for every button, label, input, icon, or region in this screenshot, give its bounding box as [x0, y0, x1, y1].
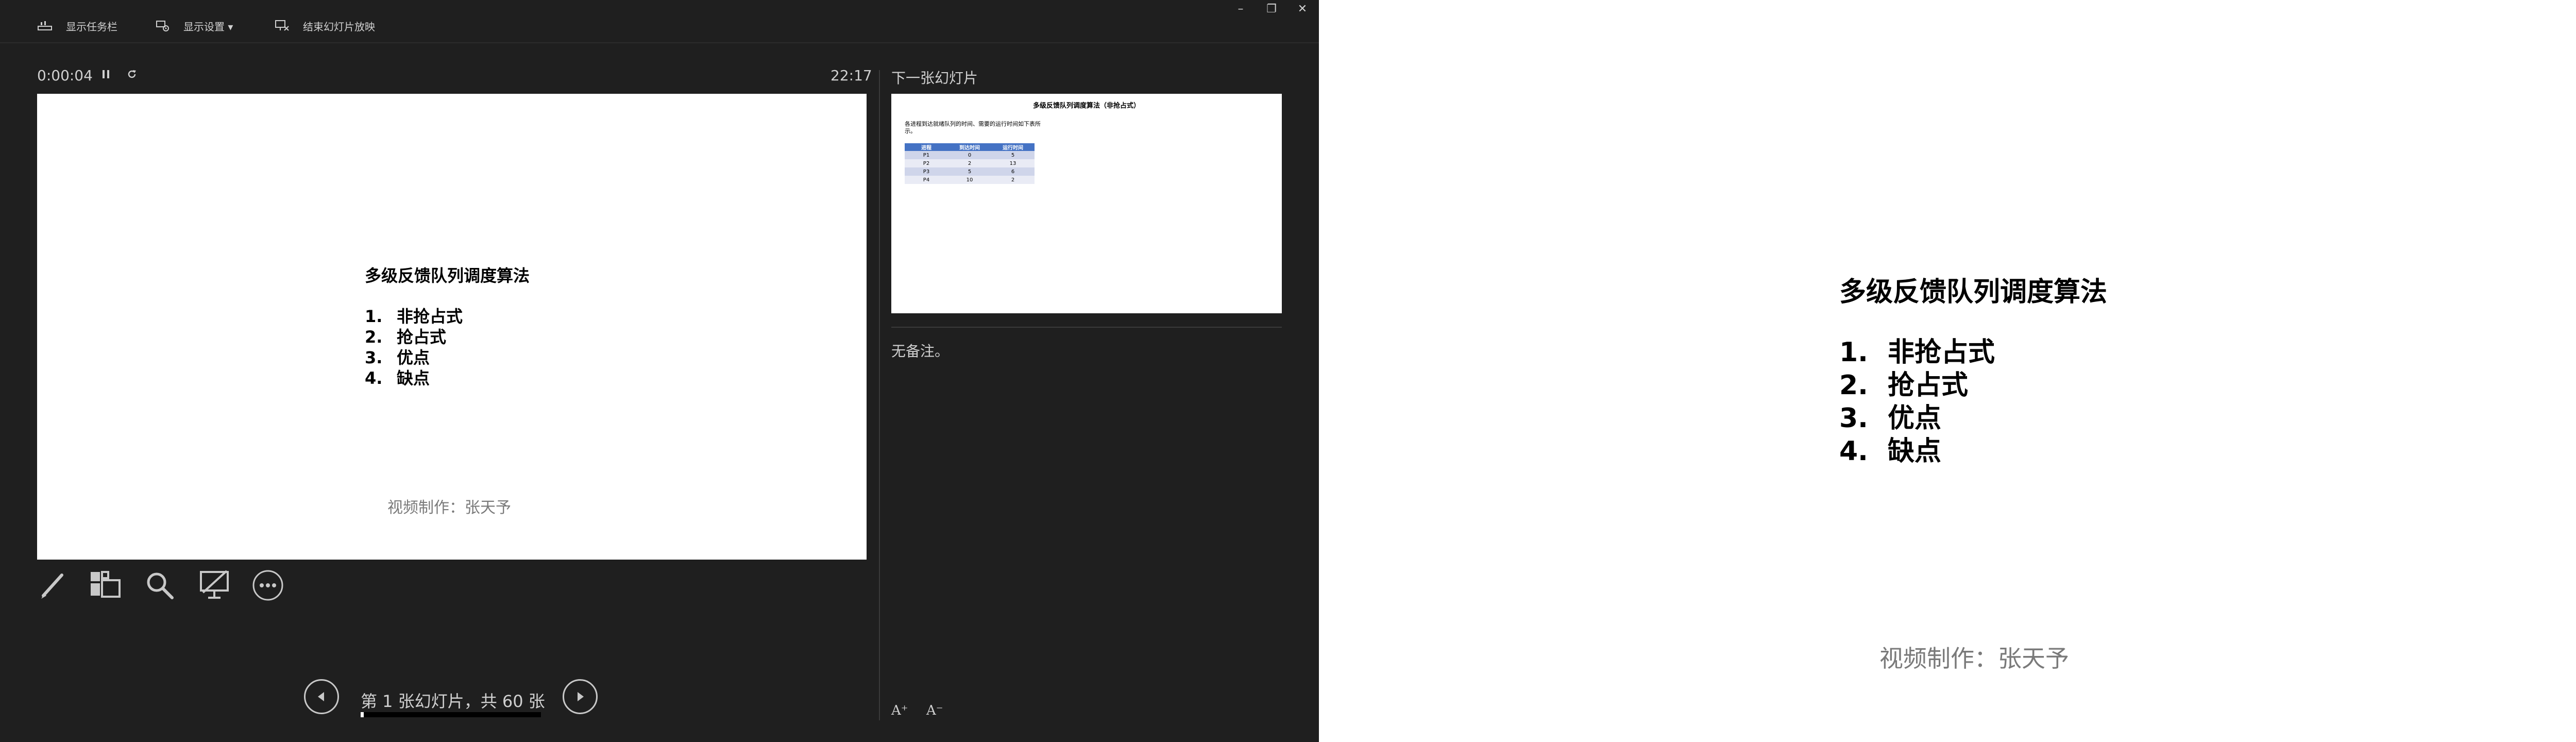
- taskbar-icon: [38, 21, 52, 30]
- minimize-button[interactable]: –: [1229, 1, 1252, 16]
- table-row: P2 2 13: [905, 159, 1035, 167]
- triangle-left-icon: [318, 692, 324, 701]
- restart-timer-button[interactable]: [126, 68, 138, 82]
- next-slide-title: 多级反馈队列调度算法（非抢占式）: [1032, 102, 1140, 110]
- table-row: P4 10 2: [905, 176, 1035, 184]
- presenter-view: 显示任务栏 显示设置 ▾ 结束幻灯片放映 – ❐ ✕ 0:00:04 22:17…: [0, 0, 1319, 742]
- clock: 22:17: [831, 67, 872, 84]
- audience-display[interactable]: 多级反馈队列调度算法 1. 非抢占式 2. 抢占式 3. 优点 4. 缺点 视频制作：张…: [1319, 0, 2576, 742]
- magnifier-icon: [147, 572, 174, 599]
- end-slideshow-label: 结束幻灯片放映: [303, 20, 375, 33]
- slide-credit: 视频制作：张天予: [387, 499, 511, 517]
- screen-off-icon: [200, 570, 229, 599]
- table-row: P3 5 6: [905, 167, 1035, 176]
- close-button[interactable]: ✕: [1291, 1, 1314, 16]
- slide-list: 1. 非抢占式 2. 抢占式 3. 优点 4. 缺点: [365, 306, 463, 389]
- pause-timer-button[interactable]: [101, 68, 111, 82]
- notes-divider[interactable]: [891, 327, 1282, 328]
- show-taskbar-button[interactable]: 显示任务栏: [37, 15, 117, 36]
- list-item: 2. 抢占式: [365, 327, 447, 347]
- slide-title: 多级反馈队列调度算法: [1839, 277, 2108, 308]
- next-slide-label: 下一张幻灯片: [891, 70, 978, 87]
- presenter-toolbar: 显示任务栏 显示设置 ▾ 结束幻灯片放映 – ❐ ✕: [0, 0, 1319, 43]
- pane-divider[interactable]: [879, 70, 880, 720]
- show-taskbar-label: 显示任务栏: [66, 20, 117, 33]
- zoom-button[interactable]: [143, 569, 176, 604]
- more-icon: [252, 570, 283, 601]
- see-all-slides-button[interactable]: [89, 569, 122, 604]
- table-row: P1 0 5: [905, 151, 1035, 159]
- black-screen-button[interactable]: [198, 569, 231, 604]
- list-item: 2. 抢占式: [1839, 370, 1969, 401]
- list-item: 4. 缺点: [365, 368, 430, 388]
- list-item: 1. 非抢占式: [1839, 337, 1995, 368]
- next-slide-button[interactable]: [563, 679, 598, 714]
- slide-progress-fill: [361, 712, 364, 717]
- end-slideshow-button[interactable]: 结束幻灯片放映: [274, 15, 375, 36]
- list-item: 1. 非抢占式: [365, 307, 463, 326]
- restart-icon: [128, 70, 136, 78]
- current-slide[interactable]: 多级反馈队列调度算法 1. 非抢占式 2. 抢占式 3. 优点 4. 缺点 视频制作：张…: [37, 94, 867, 560]
- next-slide-table: 进程 到达时间 运行时间 P1 0 5 P2 2 13 P3 5 6 P4 10 2: [905, 143, 1035, 184]
- display-settings-button[interactable]: 显示设置 ▾: [156, 15, 233, 36]
- slide-list: 1. 非抢占式 2. 抢占式 3. 优点 4. 缺点: [1839, 336, 1995, 468]
- slide-title: 多级反馈队列调度算法: [365, 266, 530, 285]
- next-slide-text: 各进程到达就绪队列的时间、需要的运行时间如下表所示。: [905, 121, 1041, 134]
- increase-font-button[interactable]: A⁺: [891, 703, 908, 718]
- elapsed-timer: 0:00:04: [37, 67, 93, 84]
- speaker-notes[interactable]: 无备注。: [891, 340, 949, 361]
- pen-tool-button[interactable]: [36, 569, 69, 604]
- table-header: 进程: [905, 143, 948, 151]
- list-item: 3. 优点: [365, 348, 430, 367]
- list-item: 4. 缺点: [1839, 436, 1942, 467]
- slide-credit: 视频制作：张天予: [1879, 645, 2069, 672]
- display-settings-icon: [156, 21, 169, 31]
- restore-button[interactable]: ❐: [1260, 1, 1283, 16]
- slide-counter: 第 1 张幻灯片，共 60 张: [361, 692, 545, 711]
- list-item: 3. 优点: [1839, 403, 1942, 434]
- decrease-font-button[interactable]: A⁻: [926, 703, 943, 718]
- previous-slide-button[interactable]: [304, 679, 339, 714]
- pen-icon: [41, 574, 63, 599]
- table-header: 运行时间: [991, 143, 1035, 151]
- more-options-button[interactable]: [251, 569, 284, 604]
- slides-grid-icon: [91, 571, 121, 598]
- display-settings-label: 显示设置 ▾: [183, 20, 233, 33]
- next-slide-preview[interactable]: 多级反馈队列调度算法（非抢占式） 各进程到达就绪队列的时间、需要的运行时间如下表…: [891, 94, 1282, 313]
- table-header: 到达时间: [948, 143, 991, 151]
- end-slideshow-icon: [275, 20, 289, 31]
- slide-progress-bar: [361, 712, 541, 717]
- triangle-right-icon: [578, 692, 584, 701]
- pause-icon: [103, 70, 109, 78]
